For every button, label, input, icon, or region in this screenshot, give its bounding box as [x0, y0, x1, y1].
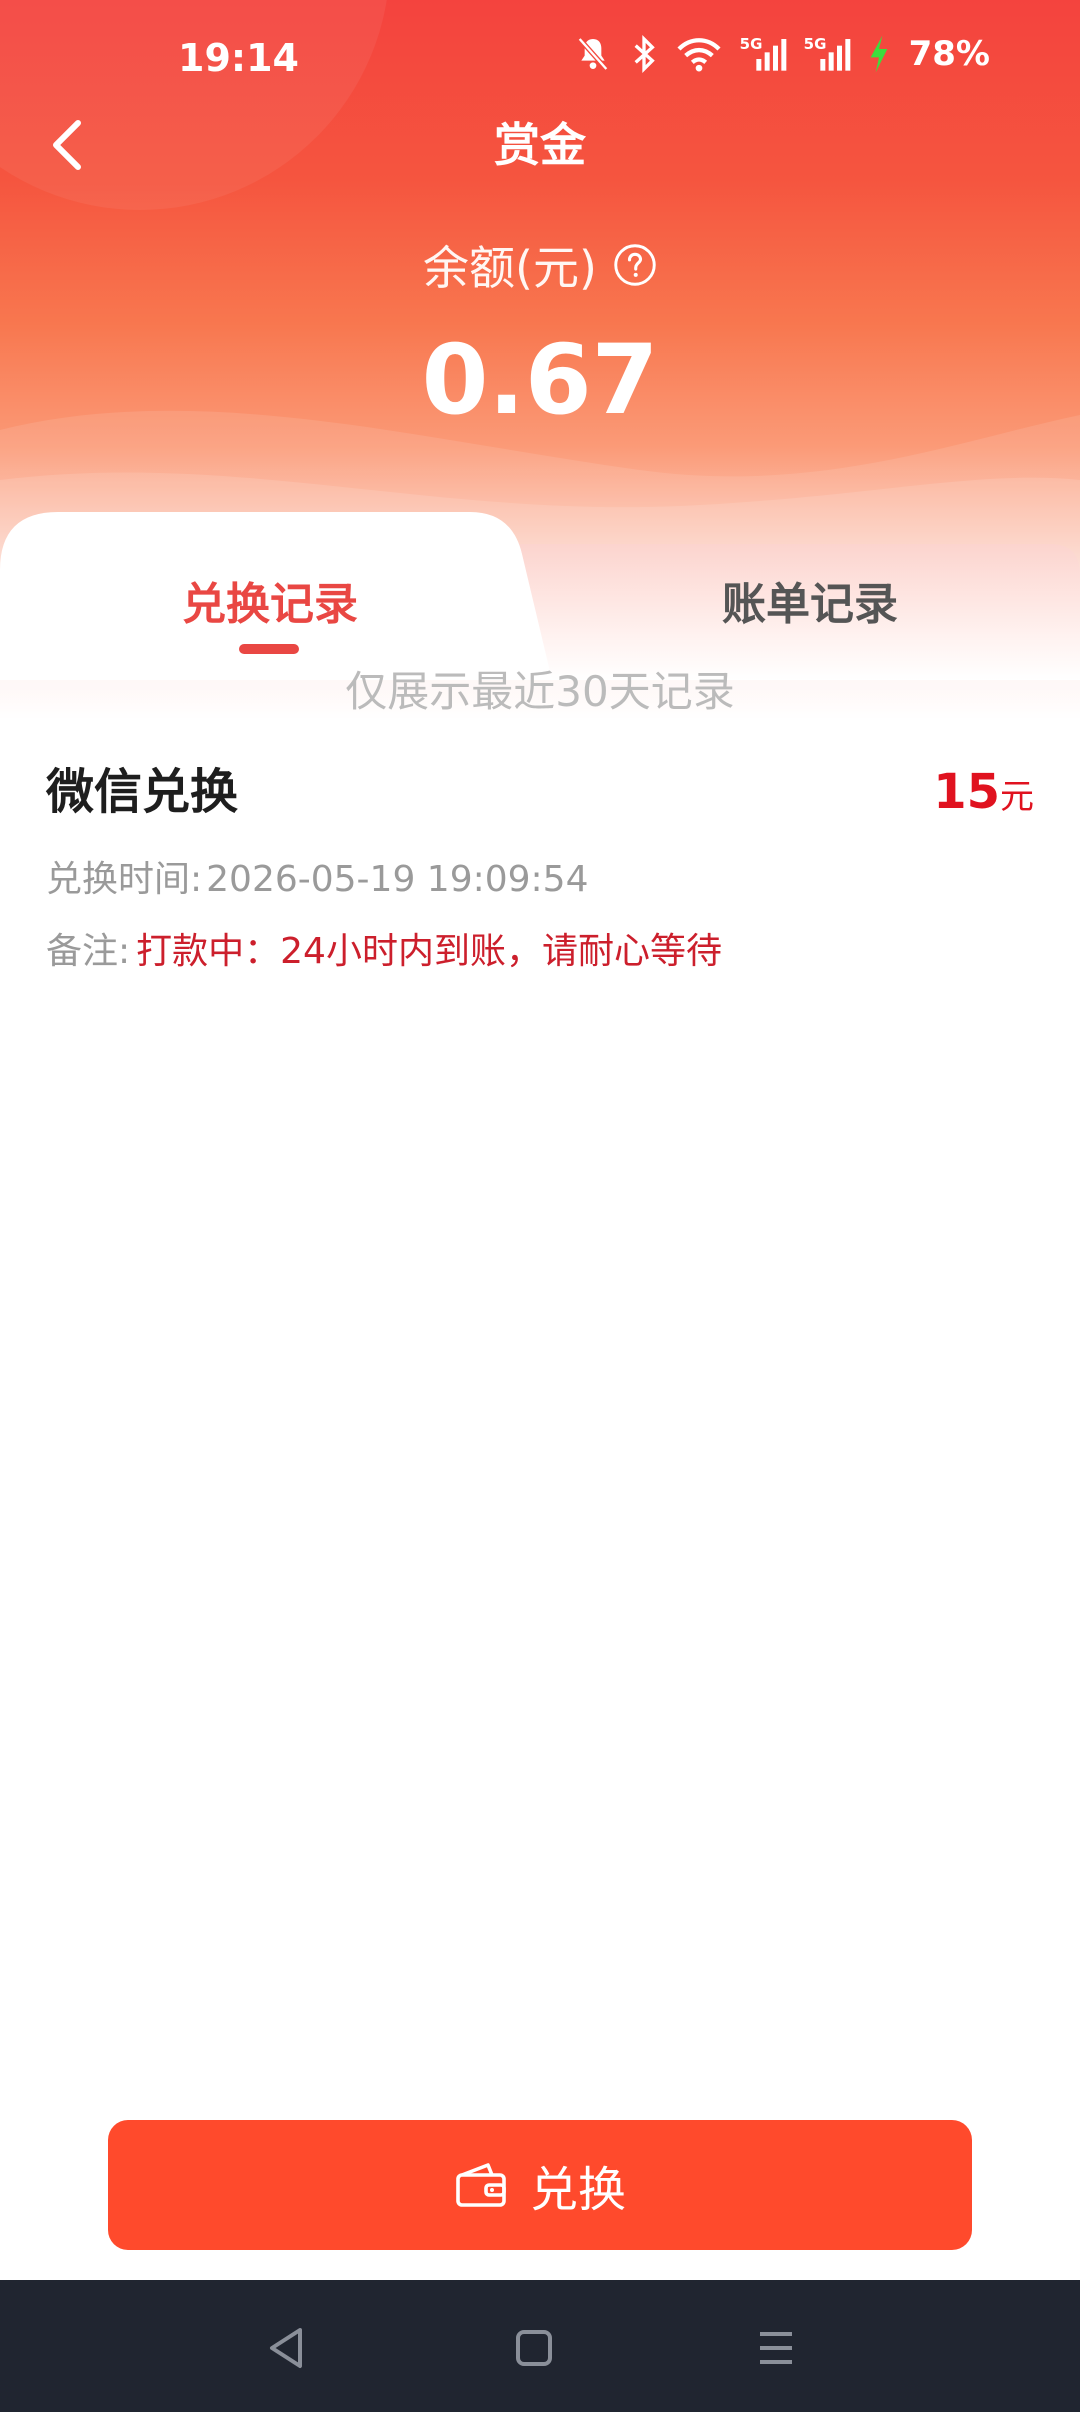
exchange-button-label: 兑换: [529, 2162, 626, 2218]
status-icons: 5G 5G 78%: [573, 34, 990, 74]
tab-bill-records[interactable]: 账单记录: [630, 560, 990, 650]
tab-bar: 兑换记录 账单记录: [0, 510, 1080, 680]
list-item[interactable]: 微信兑换 15元 兑换时间: 2026-05-19 19:09:54 备注: 打款中…: [46, 752, 1034, 992]
balance-header: 余额(元): [0, 232, 1080, 298]
signal-icon: 5G: [739, 34, 787, 74]
bluetooth-icon: [629, 34, 659, 74]
bell-off-icon: [573, 34, 613, 74]
wallet-icon: [456, 2163, 506, 2207]
exchange-button[interactable]: 兑换: [108, 2120, 972, 2250]
note-value: 打款中：24小时内到账，请耐心等待: [136, 931, 722, 972]
active-tab-indicator: [239, 644, 299, 654]
balance-value: 0.67: [421, 324, 659, 436]
status-time: 19:14: [178, 36, 299, 80]
note-label: 备注:: [46, 931, 131, 972]
charging-icon: [867, 34, 891, 74]
question-circle-icon[interactable]: [613, 243, 657, 287]
time-label: 兑换时间:: [46, 859, 203, 900]
time-value: 2026-05-19 19:09:54: [206, 859, 589, 900]
rewards-page: 19:14 5G 5G 78% 赏金 余额(元) 0.67 兑换记录 账单记录 …: [0, 0, 1080, 2412]
signal-icon: 5G: [803, 34, 851, 74]
record-time: 兑换时间: 2026-05-19 19:09:54: [46, 852, 588, 908]
battery-percent: 78%: [908, 34, 990, 74]
tab-exchange-records[interactable]: 兑换记录: [90, 560, 450, 650]
back-triangle-icon[interactable]: [256, 2318, 316, 2378]
page-title: 赏金: [494, 118, 586, 172]
record-note: 备注: 打款中：24小时内到账，请耐心等待: [46, 924, 722, 980]
home-square-icon[interactable]: [504, 2318, 564, 2378]
balance-label: 余额(元): [423, 241, 597, 295]
signal-label: 5G: [739, 35, 762, 53]
record-amount: 15元: [933, 752, 1034, 843]
signal-label: 5G: [803, 35, 826, 53]
notice-text: 仅展示最近30天记录: [345, 667, 735, 716]
wifi-icon: [675, 34, 723, 74]
amount-value: 15: [933, 764, 1000, 820]
system-navigation-bar: [0, 2280, 1080, 2412]
amount-unit: 元: [1000, 777, 1034, 817]
record-title: 微信兑换: [46, 764, 239, 820]
menu-lines-icon[interactable]: [746, 2318, 806, 2378]
